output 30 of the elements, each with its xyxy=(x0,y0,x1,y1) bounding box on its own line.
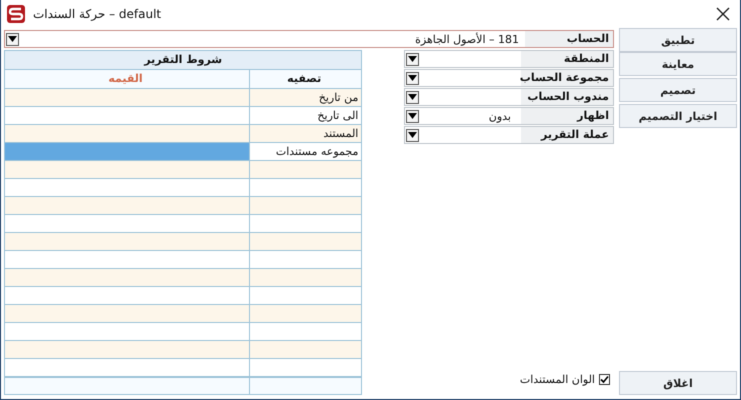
account-field[interactable]: 181 – الأصول الجاهزة الحساب xyxy=(4,30,614,48)
column-header[interactable]: تصفيه xyxy=(250,70,362,88)
filter-cell-text: المستند xyxy=(322,126,360,142)
checkbox[interactable] xyxy=(599,374,610,384)
dropdown-label: مندوب الحساب xyxy=(521,89,613,105)
account-value: 181 – الأصول الجاهزة xyxy=(414,32,520,46)
app-logo-icon xyxy=(7,4,25,22)
action-button[interactable]: تصميم xyxy=(619,78,737,102)
close-button[interactable]: اغلاق xyxy=(619,371,737,395)
account-label: الحساب xyxy=(525,31,613,47)
grid-title: شروط التقرير xyxy=(5,51,362,70)
apply-button[interactable]: تطبيق xyxy=(619,28,737,52)
action-button[interactable]: اختيار التصميم xyxy=(619,104,737,128)
filter-cell-text: من تاريخ xyxy=(318,90,360,106)
dropdown-label: مجموعة الحساب xyxy=(521,70,613,86)
value-cell[interactable] xyxy=(5,143,250,160)
dropdown-field[interactable]: مجموعة الحساب xyxy=(404,69,614,87)
dropdown-field[interactable]: المنطقة xyxy=(404,50,614,68)
dropdown-field[interactable]: بدون اظهار xyxy=(404,107,614,125)
dropdown-value: بدون xyxy=(488,110,512,122)
checkbox-label: الوان المستندات xyxy=(520,372,595,386)
dropdown-field[interactable]: مندوب الحساب xyxy=(404,88,614,106)
dropdown-label: عملة التقرير xyxy=(521,127,613,143)
filter-cell-text: الى تاريخ xyxy=(316,108,360,124)
action-button[interactable]: معاينة xyxy=(619,52,737,76)
window-title: حركة السندات – default xyxy=(33,6,162,20)
dropdown-label: المنطقة xyxy=(521,51,613,67)
dropdown-label: اظهار xyxy=(521,108,613,124)
dropdown-field[interactable]: عملة التقرير xyxy=(404,126,614,144)
close-icon[interactable] xyxy=(716,6,730,20)
